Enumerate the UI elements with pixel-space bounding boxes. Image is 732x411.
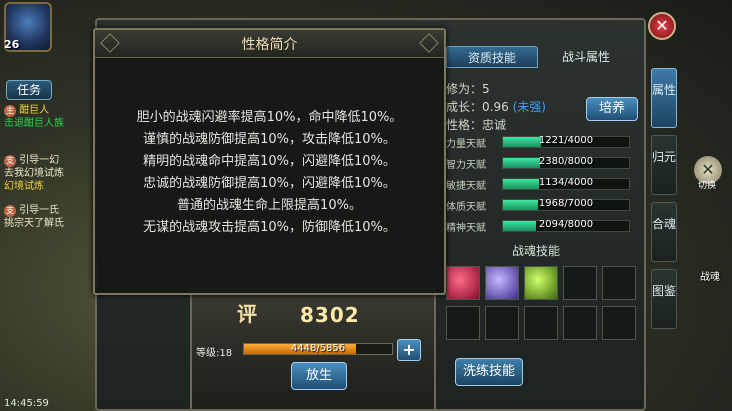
talent-label: 力量天赋 <box>446 139 486 150</box>
popup-header: 性格简介 <box>95 30 444 58</box>
exp-value: 4448/5856 <box>290 343 346 354</box>
switch-label: 切换 <box>698 181 717 191</box>
personality-popup: 性格简介 胆小的战魂闪避率提高10%，命中降低10%。 谨慎的战魂防御提高10%… <box>93 28 446 295</box>
side-tab-merge[interactable]: 合魂 <box>651 202 677 262</box>
popup-line: 谨慎的战魂防御提高10%，攻击降低10%。 <box>143 132 396 147</box>
talent-label: 智力天赋 <box>446 160 486 171</box>
quest-detail-2: 幻境试炼 <box>4 181 44 192</box>
side-tab-attributes[interactable]: 属性 <box>651 68 677 128</box>
tab-battle-attributes[interactable]: 战斗属性 <box>540 46 632 68</box>
talent-row: 体质天赋 1968/7000 <box>446 197 632 213</box>
cultivation-stat: 修为：5 <box>446 82 490 96</box>
talent-value: 1134/4000 <box>538 177 594 188</box>
growth-value: 成长：0.96 <box>446 100 509 114</box>
game-scene: 26 任务 主 酣巨人 击退酣巨人族 支 引导一幻 去我幻境试炼 幻境试炼 支 … <box>0 0 732 411</box>
quest-tag: 支 <box>4 155 16 167</box>
tab-aptitude-skills[interactable]: 资质技能 <box>446 46 538 68</box>
skill-slot[interactable] <box>485 306 519 340</box>
talent-label: 精神天赋 <box>446 223 486 234</box>
skill-slot[interactable] <box>602 266 636 300</box>
talent-row: 力量天赋 1221/4000 <box>446 134 632 150</box>
skill-slot[interactable] <box>524 306 558 340</box>
skill-slot[interactable] <box>602 306 636 340</box>
skill-slot[interactable] <box>524 266 558 300</box>
quest-item-side-1[interactable]: 支 引导一幻 去我幻境试炼 幻境试炼 <box>4 154 72 198</box>
skill-slot[interactable] <box>563 266 597 300</box>
popup-title: 性格简介 <box>241 37 298 53</box>
skill-slot[interactable] <box>446 306 480 340</box>
side-tab-codex[interactable]: 图鉴 <box>651 269 677 329</box>
talent-value: 1221/4000 <box>538 135 594 146</box>
skills-title: 战魂技能 <box>512 244 561 258</box>
quest-tag: 主 <box>4 105 16 117</box>
skill-slot[interactable] <box>485 266 519 300</box>
side-tab-return[interactable]: 归元 <box>651 135 677 195</box>
talent-row: 智力天赋 2380/8000 <box>446 155 632 171</box>
personality-stat[interactable]: 性格：忠诚 <box>446 116 506 133</box>
growth-stat: 成长：0.96 (未强) <box>446 98 546 115</box>
quest-title: 引导一幻 <box>19 155 60 166</box>
battle-soul-label: 战魂 <box>700 272 720 283</box>
release-button[interactable]: 放生 <box>291 362 347 390</box>
popup-line: 普通的战魂生命上限提高10%。 <box>177 198 362 213</box>
skill-slot[interactable] <box>563 306 597 340</box>
train-button[interactable]: 培养 <box>586 97 638 121</box>
score-value: 8302 <box>300 303 360 327</box>
quest-tag: 支 <box>4 205 16 217</box>
talent-value: 2380/8000 <box>538 156 594 167</box>
skill-slot[interactable] <box>446 266 480 300</box>
talent-value: 1968/7000 <box>538 198 594 209</box>
popup-line: 胆小的战魂闪避率提高10%，命中降低10%。 <box>136 110 403 125</box>
level-label: 等级:18 <box>196 348 233 359</box>
talent-row: 精神天赋 2094/8000 <box>446 218 632 234</box>
popup-line: 精明的战魂命中提高10%，闪避降低10%。 <box>143 154 396 169</box>
popup-line: 无谋的战魂攻击提高10%，防御降低10%。 <box>143 220 396 235</box>
player-level: 26 <box>4 38 20 51</box>
talent-label: 敏捷天赋 <box>446 181 486 192</box>
close-button[interactable]: ✕ <box>648 12 676 40</box>
quest-detail: 挑宗天了解氏 <box>4 218 64 229</box>
game-clock: 14:45:59 <box>4 398 49 409</box>
popup-line: 忠诚的战魂防御提高10%，闪避降低10%。 <box>143 176 396 191</box>
quest-detail: 去我幻境试炼 <box>4 168 64 179</box>
add-exp-button[interactable]: + <box>397 339 421 361</box>
quest-title: 引导一氏 <box>19 205 60 216</box>
task-button[interactable]: 任务 <box>6 80 52 100</box>
talent-label: 体质天赋 <box>446 202 486 213</box>
talent-row: 敏捷天赋 1134/4000 <box>446 176 632 192</box>
growth-tag: (未强) <box>512 100 546 114</box>
wash-skills-button[interactable]: 洗练技能 <box>455 358 523 386</box>
quest-item-side-2[interactable]: 支 引导一氏 挑宗天了解氏 <box>4 204 72 240</box>
talent-value: 2094/8000 <box>538 219 594 230</box>
quest-title: 酣巨人 <box>19 105 50 116</box>
score-label: 评 <box>237 302 257 326</box>
quest-item-main[interactable]: 主 酣巨人 击退酣巨人族 <box>4 104 72 140</box>
quest-detail: 击退酣巨人族 <box>4 118 64 129</box>
